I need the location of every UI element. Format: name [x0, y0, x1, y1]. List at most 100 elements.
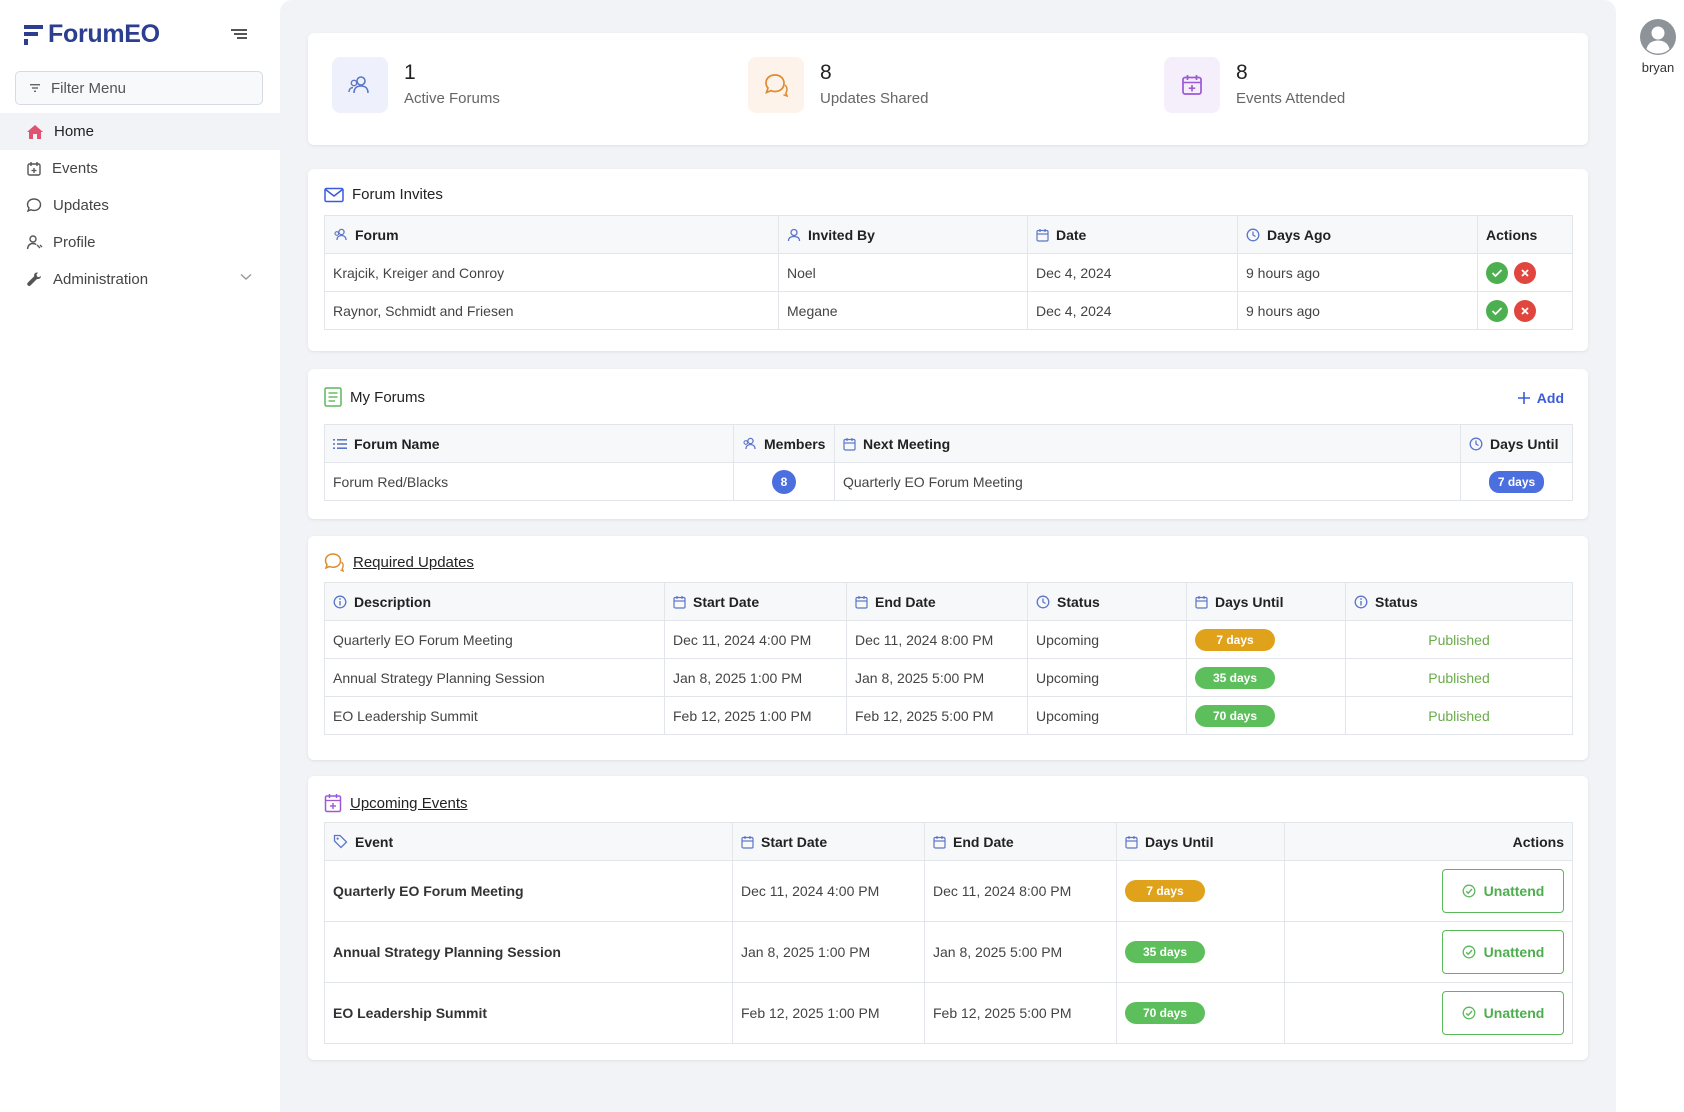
stat-label: Active Forums: [404, 90, 500, 107]
unattend-button[interactable]: Unattend: [1442, 991, 1564, 1035]
event-name-cell: Quarterly EO Forum Meeting: [324, 860, 733, 922]
invited-by-cell: Megane: [778, 291, 1028, 330]
calendar-icon: [1164, 57, 1220, 113]
date-cell: Dec 4, 2024: [1027, 253, 1238, 292]
column-header: Forum: [324, 215, 779, 254]
user-icon: [787, 228, 801, 241]
stat-events-attended: 8 Events Attended: [1164, 57, 1345, 113]
days-until-cell: 7 days: [1460, 462, 1573, 501]
sidebar-item-events[interactable]: Events: [0, 150, 280, 187]
column-header: Actions: [1284, 822, 1573, 861]
sidebar-item-label: Home: [54, 123, 95, 140]
required-updates-title: Required Updates: [353, 553, 474, 571]
stat-value: 8: [820, 61, 832, 84]
column-header: Date: [1027, 215, 1238, 254]
main-content: 1 Active Forums 8 Updates Shared 8 Event…: [280, 0, 1616, 1112]
status-cell: Upcoming: [1027, 620, 1187, 659]
decline-invite-button[interactable]: [1514, 299, 1536, 322]
forum-cell: Raynor, Schmidt and Friesen: [324, 291, 779, 330]
days-until-cell: 7 days: [1186, 620, 1346, 659]
upcoming-events-title: Upcoming Events: [350, 794, 468, 812]
check-circle-icon: [1462, 945, 1476, 959]
actions-cell: Unattend: [1284, 921, 1573, 983]
start-date-cell: Dec 11, 2024 4:00 PM: [732, 860, 925, 922]
user-name: bryan: [1641, 60, 1675, 75]
check-circle-icon: [1462, 1006, 1476, 1020]
column-header: Days Until: [1460, 424, 1573, 463]
days-until-badge: 7 days: [1488, 470, 1545, 493]
stat-label: Events Attended: [1236, 90, 1346, 107]
info-icon: [333, 595, 347, 608]
description-cell: EO Leadership Summit: [324, 696, 665, 735]
decline-invite-button[interactable]: [1514, 261, 1536, 284]
close-icon: [1521, 268, 1529, 277]
add-label: Add: [1536, 390, 1564, 406]
days-until-badge: 70 days: [1195, 704, 1275, 727]
calendar-icon: [673, 595, 686, 609]
date-cell: Dec 4, 2024: [1027, 291, 1238, 330]
actions-cell: [1477, 253, 1573, 292]
sidebar-item-updates[interactable]: Updates: [0, 187, 280, 224]
card-title[interactable]: Required Updates: [324, 552, 474, 572]
sidebar-item-profile[interactable]: Profile: [0, 224, 280, 261]
table-row: EO Leadership Summit Feb 12, 2025 1:00 P…: [324, 696, 1573, 735]
sidebar-nav: Home Events Updates Profile Administrati…: [0, 113, 280, 298]
table-row: Forum Red/Blacks 8 Quarterly EO Forum Me…: [324, 462, 1573, 501]
logo[interactable]: ForumEO: [24, 20, 160, 49]
start-date-cell: Jan 8, 2025 1:00 PM: [732, 921, 925, 983]
event-name-cell: Annual Strategy Planning Session: [324, 921, 733, 983]
end-date-cell: Jan 8, 2025 5:00 PM: [846, 658, 1028, 697]
users-icon: [332, 57, 388, 113]
column-header: Event: [324, 822, 733, 861]
avatar-icon: [1640, 19, 1676, 55]
days-ago-cell: 9 hours ago: [1237, 253, 1478, 292]
invited-by-cell: Noel: [778, 253, 1028, 292]
calendar-icon: [933, 835, 946, 849]
days-until-cell: 70 days: [1116, 982, 1285, 1044]
stat-updates-shared: 8 Updates Shared: [748, 57, 928, 113]
unattend-button[interactable]: Unattend: [1442, 869, 1564, 913]
days-until-badge: 35 days: [1195, 666, 1275, 689]
users-icon: [334, 228, 347, 241]
description-cell: Annual Strategy Planning Session: [324, 658, 665, 697]
table-row: EO Leadership Summit Feb 12, 2025 1:00 P…: [324, 982, 1573, 1044]
filter-icon: [30, 84, 40, 92]
end-date-cell: Dec 11, 2024 8:00 PM: [846, 620, 1028, 659]
add-forum-button[interactable]: Add: [1517, 390, 1564, 406]
column-header: Status: [1345, 582, 1573, 621]
stat-label: Updates Shared: [820, 90, 929, 107]
calendar-icon: [843, 437, 856, 451]
status-cell: Upcoming: [1027, 696, 1187, 735]
collapse-menu-button[interactable]: [229, 25, 249, 43]
publish-status-cell: Published: [1345, 696, 1573, 735]
accept-invite-button[interactable]: [1486, 299, 1508, 322]
days-until-badge: 7 days: [1195, 628, 1275, 651]
stat-active-forums: 1 Active Forums: [332, 57, 500, 113]
column-header: End Date: [846, 582, 1028, 621]
sidebar-item-label: Events: [52, 160, 98, 177]
filter-menu-input[interactable]: Filter Menu: [15, 71, 263, 105]
card-title: My Forums: [324, 387, 425, 407]
sidebar-item-administration[interactable]: Administration: [0, 261, 280, 298]
users-icon: [743, 437, 756, 450]
chat-icon: [26, 198, 42, 213]
upcoming-events-card: Upcoming Events Event Start Date End Dat…: [308, 776, 1588, 1060]
calendar-icon: [855, 595, 868, 609]
card-title[interactable]: Upcoming Events: [324, 793, 468, 813]
unattend-button[interactable]: Unattend: [1442, 930, 1564, 974]
user-menu[interactable]: bryan: [1638, 18, 1678, 75]
clock-icon: [1246, 228, 1260, 241]
calendar-icon: [324, 794, 342, 813]
sidebar-item-label: Profile: [53, 234, 96, 251]
user-icon: [26, 235, 43, 250]
sidebar-item-home[interactable]: Home: [0, 113, 280, 150]
publish-status-cell: Published: [1345, 658, 1573, 697]
members-cell: 8: [733, 462, 835, 501]
calendar-icon: [1195, 595, 1208, 609]
plus-icon: [1517, 392, 1530, 404]
column-header: Next Meeting: [834, 424, 1461, 463]
close-icon: [1521, 306, 1529, 315]
accept-invite-button[interactable]: [1486, 261, 1508, 284]
check-icon: [1491, 268, 1503, 277]
days-until-cell: 7 days: [1116, 860, 1285, 922]
